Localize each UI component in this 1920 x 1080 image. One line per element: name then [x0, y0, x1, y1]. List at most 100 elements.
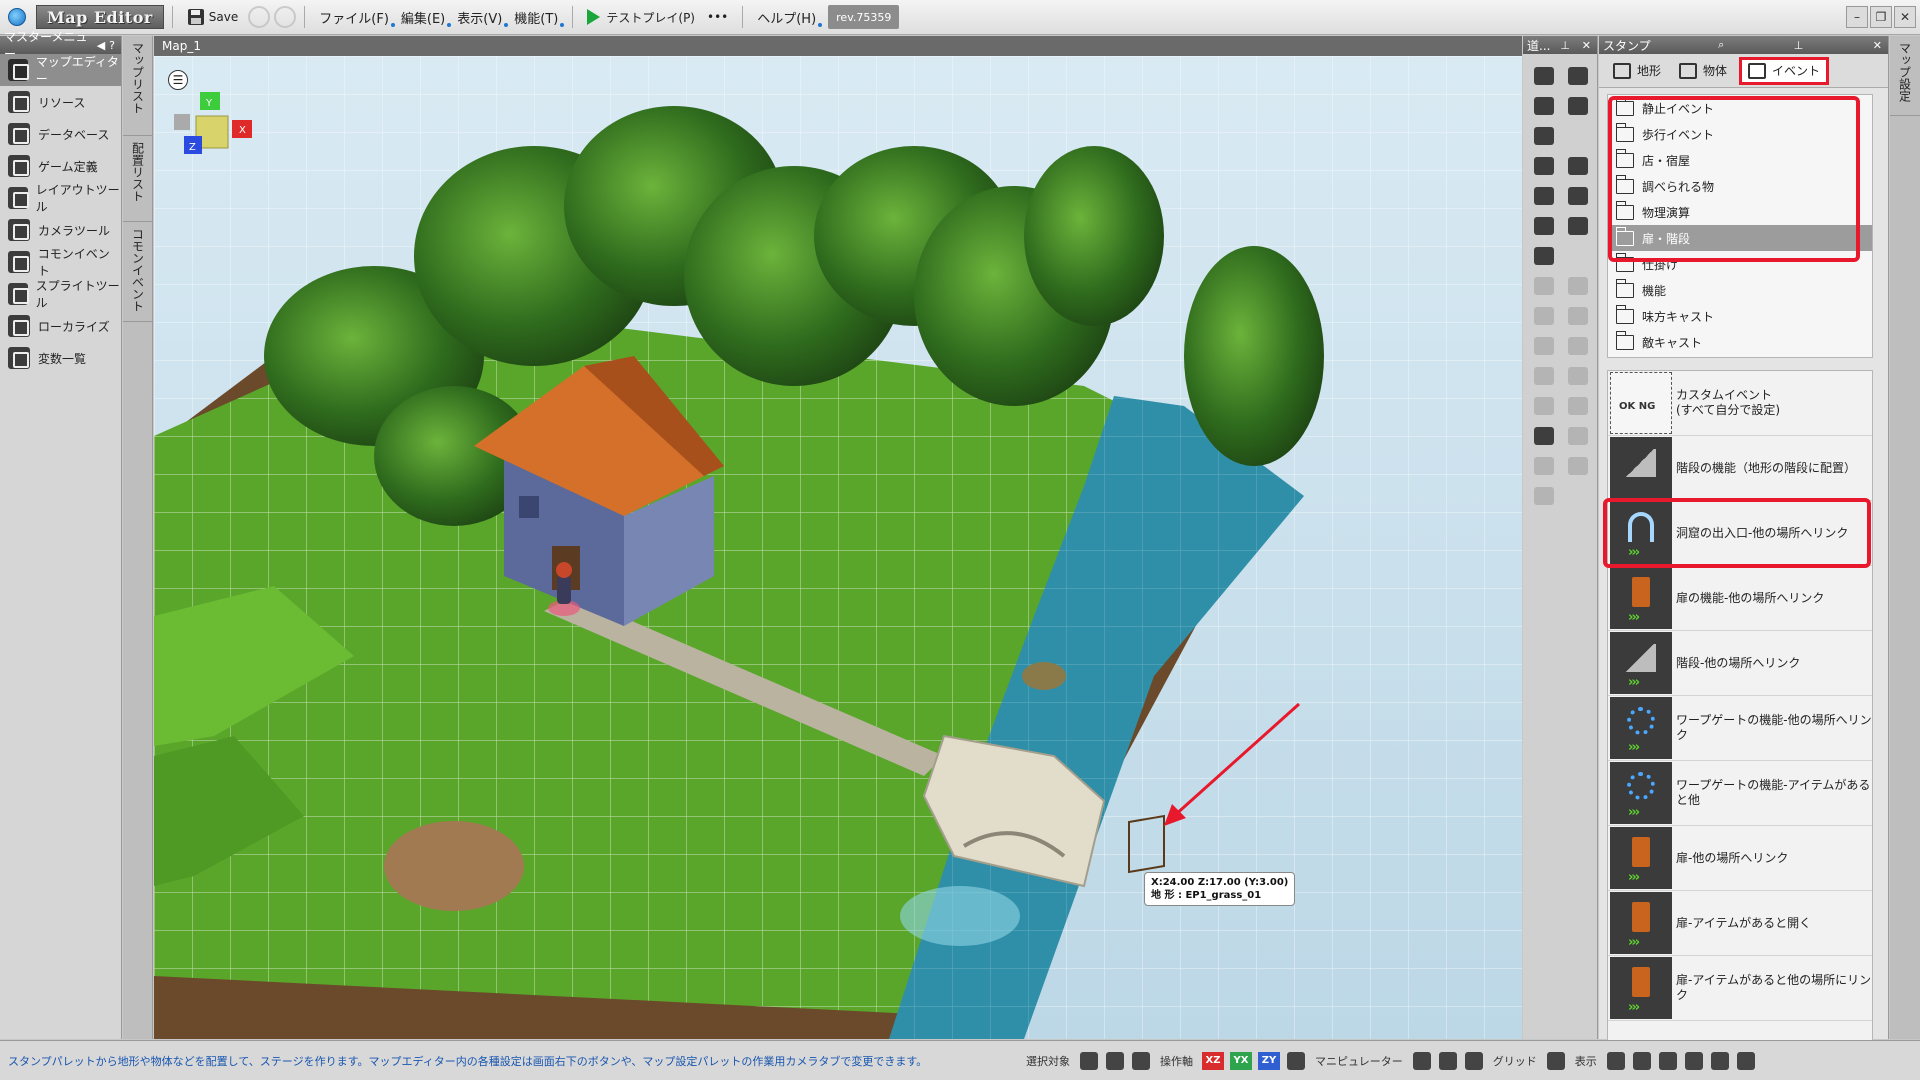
move-gizmo-icon[interactable]: [1412, 1051, 1431, 1070]
pin-icon[interactable]: ⊥: [1558, 39, 1572, 52]
menu-file[interactable]: ファイル(F): [313, 4, 395, 30]
brush-tool-icon[interactable]: [1529, 212, 1559, 240]
raise-tool-icon[interactable]: [1529, 272, 1559, 300]
testplay-button[interactable]: テストプレイ(P): [581, 4, 701, 30]
display-cube-icon[interactable]: [1632, 1051, 1651, 1070]
pen-tool-icon[interactable]: [1529, 152, 1559, 180]
manipulator-icon[interactable]: [1287, 1051, 1305, 1070]
trash-tool-icon[interactable]: [1529, 482, 1559, 510]
eyedropper-tool-icon[interactable]: [1563, 182, 1593, 210]
master-menu-item[interactable]: マップエディター: [0, 54, 121, 86]
camera-tool-icon[interactable]: [1529, 422, 1559, 450]
tab-placement-list[interactable]: 配置リスト: [123, 136, 153, 222]
pointer-tool-icon[interactable]: [1563, 62, 1593, 90]
select-house-icon[interactable]: [1132, 1051, 1150, 1070]
display-camera-icon[interactable]: [1736, 1051, 1755, 1070]
lower-tool-icon[interactable]: [1563, 272, 1593, 300]
category-item[interactable]: 物理演算: [1608, 199, 1872, 225]
master-menu-item[interactable]: リソース: [0, 86, 121, 118]
select-object-icon[interactable]: [1106, 1051, 1124, 1070]
rotate-gizmo-icon[interactable]: [1438, 1051, 1457, 1070]
category-item[interactable]: 味方キャスト: [1608, 303, 1872, 329]
display-light-icon[interactable]: [1658, 1051, 1677, 1070]
event-stamp-item[interactable]: OK NG カスタムイベント (すべて自分で設定): [1608, 371, 1872, 436]
display-sphere-icon[interactable]: [1710, 1051, 1729, 1070]
master-menu-item[interactable]: コモンイベント: [0, 246, 121, 278]
rotate-tool-icon[interactable]: [1563, 302, 1593, 330]
menu-function[interactable]: 機能(T): [508, 4, 565, 30]
category-item[interactable]: 仕掛け: [1608, 251, 1872, 277]
category-item[interactable]: 機能: [1608, 277, 1872, 303]
master-menu-item[interactable]: データベース: [0, 118, 121, 150]
tab-terrain[interactable]: 地形: [1607, 57, 1667, 85]
axis-zy-button[interactable]: ZY: [1258, 1051, 1280, 1070]
house-tool-icon[interactable]: [1529, 242, 1559, 270]
pin-icon[interactable]: ⊥: [1792, 39, 1806, 52]
slope-tool-icon[interactable]: [1529, 332, 1559, 360]
category-item[interactable]: 店・宿屋: [1608, 147, 1872, 173]
category-item[interactable]: 歩行イベント: [1608, 121, 1872, 147]
display-grid-icon[interactable]: [1606, 1051, 1625, 1070]
master-menu-item[interactable]: レイアウトツール: [0, 182, 121, 214]
clipboard-tool-icon[interactable]: [1563, 452, 1593, 480]
close-icon[interactable]: ✕: [1580, 39, 1593, 52]
category-item[interactable]: 敵キャスト: [1608, 329, 1872, 355]
tab-event[interactable]: イベント: [1739, 56, 1830, 85]
menu-view[interactable]: 表示(V): [451, 4, 509, 30]
event-stamp-item[interactable]: ››› 扉-アイテムがあると開く: [1608, 891, 1872, 956]
master-menu-item[interactable]: ローカライズ: [0, 310, 121, 342]
axis-yx-button[interactable]: YX: [1230, 1051, 1252, 1070]
master-menu-item[interactable]: 変数一覧: [0, 342, 121, 374]
minimize-icon[interactable]: –: [1846, 6, 1868, 28]
event-stamp-item[interactable]: 階段の機能（地形の階段に配置）: [1608, 436, 1872, 501]
copy-tool-icon[interactable]: [1529, 392, 1559, 420]
stack-tool-icon[interactable]: [1563, 332, 1593, 360]
smooth-tool-icon[interactable]: [1529, 302, 1559, 330]
more-button[interactable]: •••: [701, 4, 734, 30]
select-tool-icon[interactable]: [1529, 62, 1559, 90]
terrain-tool-icon[interactable]: [1529, 122, 1559, 150]
maximize-icon[interactable]: ❐: [1870, 6, 1892, 28]
master-menu-item[interactable]: ゲーム定義: [0, 150, 121, 182]
menu-help[interactable]: ヘルプ(H): [751, 4, 823, 30]
grid-toggle-icon[interactable]: [1546, 1051, 1565, 1070]
map-document-tab[interactable]: Map_1: [154, 36, 1522, 56]
grid-tool-icon[interactable]: [1563, 92, 1593, 120]
display-settings-icon[interactable]: [1684, 1051, 1703, 1070]
tab-common-event[interactable]: コモンイベント: [123, 222, 153, 322]
axis-xz-button[interactable]: XZ: [1202, 1051, 1224, 1070]
master-menu-item[interactable]: カメラツール: [0, 214, 121, 246]
eraser-tool-icon[interactable]: [1529, 182, 1559, 210]
target-tool-icon[interactable]: [1563, 422, 1593, 450]
event-stamp-item[interactable]: ››› 階段-他の場所へリンク: [1608, 631, 1872, 696]
category-item[interactable]: 扉・階段: [1608, 225, 1872, 251]
triangle-tool-icon[interactable]: [1529, 362, 1559, 390]
duplicate-tool-icon[interactable]: [1529, 452, 1559, 480]
event-stamp-item[interactable]: ››› 洞窟の出入口-他の場所へリンク: [1608, 501, 1872, 566]
event-stamp-item[interactable]: ››› 扉-アイテムがあると他の場所にリンク: [1608, 956, 1872, 1021]
fill-tool-icon[interactable]: [1563, 152, 1593, 180]
redo-icon[interactable]: [274, 6, 297, 28]
select-grid-icon[interactable]: [1080, 1051, 1098, 1070]
tab-object[interactable]: 物体: [1673, 57, 1733, 85]
event-stamp-item[interactable]: ››› 扉の機能-他の場所へリンク: [1608, 566, 1872, 631]
scene-canvas[interactable]: Y X Z ☰ X:24.00 Z:17.00 (Y:3.00) 地 形 : E…: [154, 56, 1522, 1039]
save-button[interactable]: Save: [181, 4, 244, 30]
close-icon[interactable]: ✕: [1871, 39, 1884, 52]
tab-map-settings[interactable]: マップ設定: [1890, 36, 1920, 116]
scale-gizmo-icon[interactable]: [1464, 1051, 1483, 1070]
paste-tool-icon[interactable]: [1563, 392, 1593, 420]
event-stamp-item[interactable]: ››› ワープゲートの機能-アイテムがあると他: [1608, 761, 1872, 826]
map-menu-icon[interactable]: ☰: [168, 70, 188, 90]
collapse-icon[interactable]: ◀: [95, 39, 107, 52]
tab-map-list[interactable]: マップリスト: [123, 36, 153, 136]
undo-icon[interactable]: [248, 6, 271, 28]
event-stamp-item[interactable]: ››› ワープゲートの機能-他の場所へリンク: [1608, 696, 1872, 761]
lasso-tool-icon[interactable]: [1529, 92, 1559, 120]
search-icon[interactable]: ⌕: [1716, 38, 1726, 52]
category-item[interactable]: 静止イベント: [1608, 95, 1872, 121]
close-icon[interactable]: ✕: [1894, 6, 1916, 28]
smudge-tool-icon[interactable]: [1563, 212, 1593, 240]
master-menu-item[interactable]: スプライトツール: [0, 278, 121, 310]
event-stamp-item[interactable]: ››› 扉-他の場所へリンク: [1608, 826, 1872, 891]
